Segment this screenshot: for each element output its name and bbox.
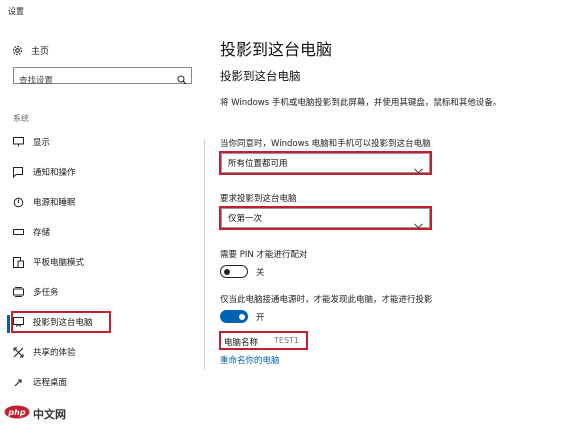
home-label: 主页 bbox=[31, 47, 50, 57]
notification-icon bbox=[12, 166, 24, 178]
sidebar-item-label: 通知和操作 bbox=[33, 168, 76, 178]
pin-label: 需要 PIN 才能进行配对 bbox=[220, 250, 308, 260]
power-label: 仅当此电脑接通电源时，才能发现此电脑，才能进行投影 bbox=[220, 295, 433, 305]
pane-divider bbox=[204, 140, 205, 370]
sidebar-item-storage[interactable]: 存储 bbox=[12, 223, 50, 241]
active-indicator bbox=[7, 315, 10, 333]
sidebar-item-label: 共享的体验 bbox=[33, 348, 76, 358]
availability-label: 当你同意时，Windows 电脑和手机可以投影到这台电脑 bbox=[220, 139, 431, 149]
rename-pc-link[interactable]: 重命名你的电脑 bbox=[220, 354, 280, 366]
sidebar-item-notifications[interactable]: 通知和操作 bbox=[12, 163, 76, 181]
sidebar-home[interactable]: 主页 bbox=[12, 41, 49, 60]
section-title: 投影到这台电脑 bbox=[220, 69, 301, 83]
sidebar-item-power[interactable]: 电源和睡眠 bbox=[12, 193, 76, 211]
highlight-box-projecting bbox=[11, 311, 111, 333]
power-toggle-state: 开 bbox=[256, 313, 265, 323]
highlight-box-ask bbox=[219, 206, 432, 230]
storage-icon bbox=[12, 226, 24, 238]
search-box[interactable] bbox=[13, 67, 192, 89]
monitor-icon bbox=[12, 136, 24, 148]
highlight-box-pc-name bbox=[219, 331, 308, 350]
svg-text:php: php bbox=[7, 408, 25, 417]
power-toggle[interactable] bbox=[220, 310, 248, 323]
section-label: 系统 bbox=[13, 114, 29, 123]
description: 将 Windows 手机或电脑投影到此屏幕，并使用其键盘，鼠标和其他设备。 bbox=[220, 98, 502, 108]
sidebar-item-label: 存储 bbox=[33, 228, 51, 238]
sidebar: 主页 系统 显示 通知和操作 电源和睡眠 存储 平板电脑模式 多任务 投影到这台… bbox=[0, 0, 205, 425]
pin-toggle-state: 关 bbox=[256, 268, 265, 278]
watermark: php 中文网 bbox=[4, 404, 66, 423]
multitasking-icon bbox=[12, 286, 24, 298]
shared-experiences-icon bbox=[12, 346, 24, 358]
toggle-knob bbox=[239, 313, 245, 320]
gear-icon bbox=[12, 41, 23, 60]
search-icon[interactable] bbox=[177, 70, 187, 89]
page-title: 投影到这台电脑 bbox=[220, 40, 333, 59]
tablet-mode-icon bbox=[12, 256, 24, 268]
sidebar-item-label: 远程桌面 bbox=[33, 378, 68, 388]
sidebar-item-label: 平板电脑模式 bbox=[33, 258, 85, 268]
sidebar-item-label: 显示 bbox=[33, 138, 51, 148]
sidebar-item-label: 多任务 bbox=[33, 288, 59, 298]
sidebar-item-tablet-mode[interactable]: 平板电脑模式 bbox=[12, 253, 84, 271]
remote-desktop-icon bbox=[12, 376, 24, 388]
php-logo-icon: php bbox=[4, 404, 30, 423]
toggle-knob bbox=[224, 268, 230, 275]
pin-toggle[interactable] bbox=[220, 265, 248, 278]
sidebar-item-multitasking[interactable]: 多任务 bbox=[12, 283, 59, 301]
sidebar-item-display[interactable]: 显示 bbox=[12, 133, 50, 151]
ask-label: 要求投影到这台电脑 bbox=[220, 194, 297, 204]
search-input[interactable] bbox=[14, 73, 169, 89]
sidebar-item-shared-experiences[interactable]: 共享的体验 bbox=[12, 343, 76, 361]
sidebar-item-label: 电源和睡眠 bbox=[33, 198, 76, 208]
power-icon bbox=[12, 196, 24, 208]
sidebar-item-remote-desktop[interactable]: 远程桌面 bbox=[12, 373, 67, 391]
highlight-box-availability bbox=[219, 151, 432, 175]
watermark-text: 中文网 bbox=[33, 407, 66, 421]
